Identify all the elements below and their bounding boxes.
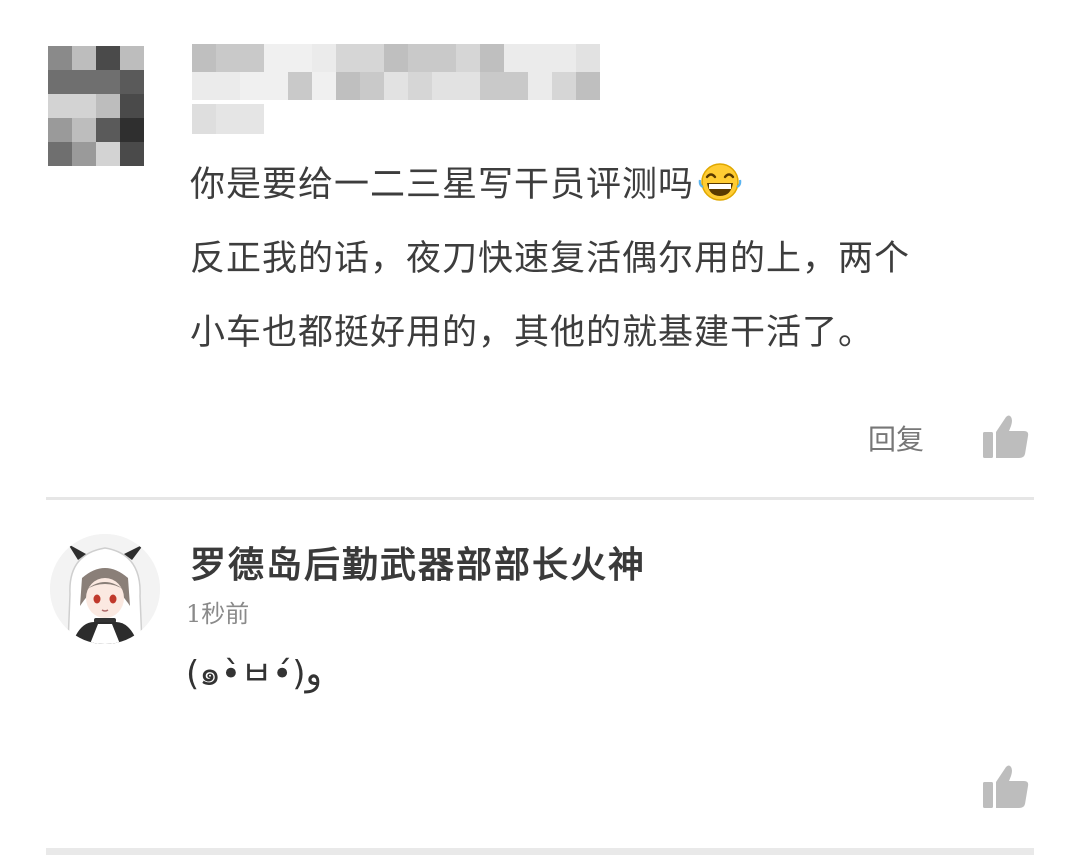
comment-line: 小车也都挺好用的，其他的就基建干活了。 [190, 313, 875, 353]
mosaic-cell [312, 44, 336, 72]
mosaic-cell [120, 142, 144, 166]
mosaic-cell [312, 72, 336, 100]
mosaic-cell [336, 44, 360, 72]
mosaic-cell [384, 44, 408, 72]
avatar-blurred[interactable] [48, 46, 144, 166]
mosaic-cell [288, 44, 312, 72]
mosaic-cell [384, 72, 408, 100]
timestamp-blurred [192, 104, 264, 134]
comment-item: 你是要给一二三星写干员评测吗 反正我的话，夜刀快速复活偶尔用的上，两个 小车也都… [0, 0, 1080, 500]
comment-thread: 你是要给一二三星写干员评测吗 反正我的话，夜刀快速复活偶尔用的上，两个 小车也都… [0, 0, 1080, 855]
mosaic-cell [576, 44, 600, 72]
mosaic-cell [216, 104, 240, 134]
mosaic-cell [96, 46, 120, 70]
mosaic-cell [192, 44, 216, 72]
mosaic-cell [360, 72, 384, 100]
mosaic-cell [360, 44, 384, 72]
mosaic-cell [72, 46, 96, 70]
mosaic-cell [96, 118, 120, 142]
mosaic-cell [480, 44, 504, 72]
mosaic-cell [120, 70, 144, 94]
timestamp: 1秒前 [186, 600, 250, 628]
mosaic-cell [192, 72, 216, 100]
mosaic-cell [72, 94, 96, 118]
avatar[interactable] [50, 534, 160, 644]
mosaic-cell [72, 142, 96, 166]
mosaic-cell [240, 72, 264, 100]
mosaic-cell [48, 118, 72, 142]
mosaic-cell [72, 70, 96, 94]
mosaic-cell [264, 72, 288, 100]
mosaic-cell [96, 142, 120, 166]
thumbs-up-icon[interactable] [982, 414, 1030, 460]
mosaic-cell [48, 94, 72, 118]
mosaic-cell [120, 118, 144, 142]
mosaic-cell [48, 142, 72, 166]
mosaic-cell [240, 44, 264, 72]
mosaic-cell [48, 70, 72, 94]
mosaic-cell [456, 72, 480, 100]
mosaic-cell [96, 94, 120, 118]
mosaic-cell [432, 44, 456, 72]
mosaic-cell [528, 72, 552, 100]
thumbs-up-icon[interactable] [982, 764, 1030, 810]
mosaic-cell [216, 44, 240, 72]
mosaic-cell [504, 72, 528, 100]
username-blurred[interactable] [192, 44, 602, 100]
grinning-squinting-face-icon [698, 163, 742, 201]
mosaic-cell [432, 72, 456, 100]
mosaic-cell [240, 104, 264, 134]
mosaic-cell [504, 44, 528, 72]
divider [46, 497, 1034, 500]
mosaic-cell [48, 46, 72, 70]
mosaic-cell [264, 44, 288, 72]
reply-button[interactable]: 回复 [868, 418, 924, 458]
mosaic-cell [408, 72, 432, 100]
mosaic-cell [72, 118, 96, 142]
mosaic-cell [96, 70, 120, 94]
mosaic-cell [408, 44, 432, 72]
comment-text: (๑•̀ㅂ•́)و [186, 654, 322, 694]
mosaic-cell [480, 72, 504, 100]
mosaic-cell [120, 94, 144, 118]
mosaic-cell [288, 72, 312, 100]
comment-text: 你是要给一二三星写干员评测吗 反正我的话，夜刀快速复活偶尔用的上，两个 小车也都… [190, 148, 1040, 370]
mosaic-cell [552, 44, 576, 72]
mosaic-cell [456, 44, 480, 72]
comment-line: 你是要给一二三星写干员评测吗 [190, 148, 1040, 222]
divider [46, 848, 1034, 855]
username[interactable]: 罗德岛后勤武器部部长火神 [190, 536, 646, 588]
comment-line: 反正我的话，夜刀快速复活偶尔用的上，两个 [190, 239, 911, 279]
mosaic-cell [552, 72, 576, 100]
mosaic-cell [576, 72, 600, 100]
mosaic-cell [192, 104, 216, 134]
comment-line-text: 你是要给一二三星写干员评测吗 [190, 165, 695, 205]
mosaic-cell [120, 46, 144, 70]
mosaic-cell [528, 44, 552, 72]
mosaic-cell [216, 72, 240, 100]
mosaic-cell [336, 72, 360, 100]
